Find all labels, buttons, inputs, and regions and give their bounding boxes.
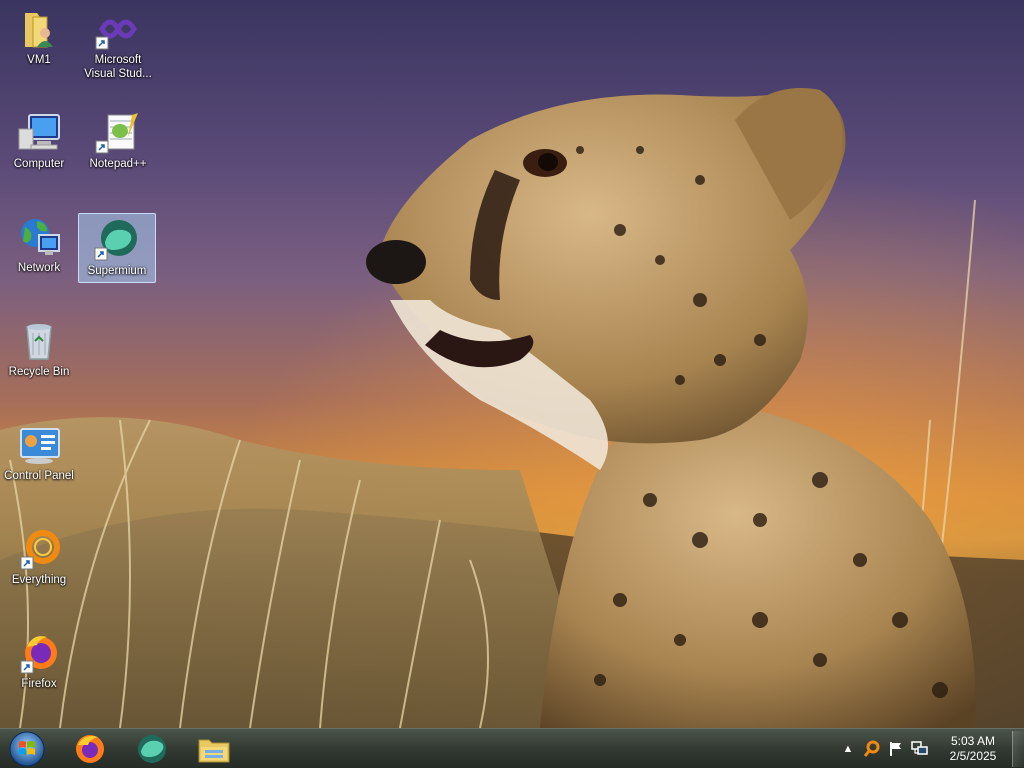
desktop-icon-computer[interactable]: Computer <box>1 106 77 176</box>
taskbar-file-explorer-button[interactable] <box>186 730 242 768</box>
desktop-icon-label: VM1 <box>27 54 51 66</box>
network-tray-icon[interactable] <box>910 739 930 759</box>
desktop-icon-label: Everything <box>11 574 67 586</box>
user-folder-icon <box>15 7 63 51</box>
desktop-icon-recycle-bin[interactable]: Recycle Bin <box>1 314 77 384</box>
clock-time: 5:03 AM <box>950 733 996 748</box>
desktop-icon-visual-studio[interactable]: Microsoft Visual Stud... <box>78 2 158 80</box>
firefox-icon <box>76 735 104 763</box>
visual-studio-icon <box>94 7 142 51</box>
firefox-icon <box>15 631 63 675</box>
taskbar-supermium-button[interactable] <box>124 730 180 768</box>
desktop-icon-label: Supermium <box>87 265 147 277</box>
taskbar-clock[interactable]: 5:03 AM 2/5/2025 <box>940 734 1006 764</box>
everything-search-icon <box>15 527 63 571</box>
everything-search-tray-icon[interactable] <box>862 739 882 759</box>
file-explorer-icon <box>198 739 230 763</box>
notepadpp-icon <box>94 111 142 155</box>
system-tray: ▲ 5:03 AM 2/5/2025 <box>836 729 1024 768</box>
clock-date: 2/5/2025 <box>949 748 997 763</box>
desktop-icon-notepadpp[interactable]: Notepad++ <box>78 106 158 176</box>
taskbar-firefox-button[interactable] <box>62 730 118 768</box>
desktop-icon-label: Notepad++ <box>89 158 147 170</box>
desktop-icon-label: Microsoft Visual Stud... <box>84 54 152 80</box>
desktop-icon-control-panel[interactable]: Control Panel <box>1 418 77 488</box>
desktop-icon-supermium[interactable]: Supermium <box>78 213 156 283</box>
supermium-icon <box>138 735 166 763</box>
action-center-flag-icon[interactable] <box>886 739 906 759</box>
desktop-icon-label: Computer <box>13 158 65 170</box>
network-icon <box>15 215 63 259</box>
desktop-icon-network[interactable]: Network <box>1 210 77 280</box>
show-hidden-icons-arrow-icon[interactable]: ▲ <box>838 739 858 759</box>
windows-logo-icon <box>9 731 45 767</box>
start-button[interactable] <box>0 730 54 768</box>
taskbar: ▲ 5:03 AM 2/5/2025 <box>0 728 1024 768</box>
desktop-icon-everything[interactable]: Everything <box>1 522 77 592</box>
recycle-bin-icon <box>15 319 63 363</box>
desktop-icon-label: Control Panel <box>4 470 74 482</box>
desktop[interactable]: VM1 Microsoft Visual Stud... Computer No… <box>0 0 1024 728</box>
desktop-icon-vm1[interactable]: VM1 <box>1 2 77 72</box>
desktop-icon-firefox[interactable]: Firefox <box>1 626 77 696</box>
desktop-icon-label: Recycle Bin <box>8 366 70 378</box>
computer-icon <box>15 111 63 155</box>
supermium-icon <box>93 218 141 262</box>
control-panel-icon <box>15 423 63 467</box>
desktop-icon-label: Firefox <box>21 678 57 690</box>
desktop-icon-label: Network <box>17 262 61 274</box>
show-desktop-button[interactable] <box>1012 730 1024 767</box>
